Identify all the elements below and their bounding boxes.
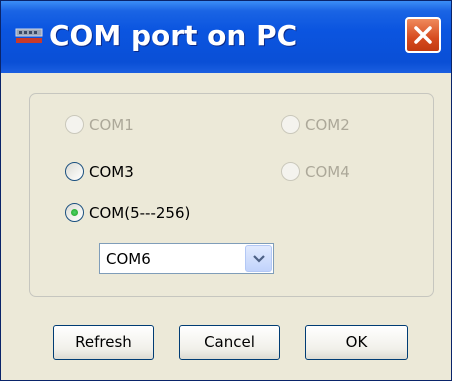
com-port-select-value: COM6 <box>106 250 151 268</box>
radio-circle <box>65 203 84 222</box>
radio-circle <box>65 162 84 181</box>
dialog-body: COM1 COM2 COM3 COM4 COM(5---256) COM6 Re… <box>5 73 447 378</box>
ok-button[interactable]: OK <box>305 325 408 360</box>
radio-label: COM2 <box>305 115 350 134</box>
radio-label: COM4 <box>305 162 350 181</box>
window-title: COM port on PC <box>49 19 298 52</box>
chevron-down-icon <box>253 255 265 263</box>
radio-circle <box>281 162 300 181</box>
radio-com-5-256[interactable]: COM(5---256) <box>65 203 190 222</box>
title-bar[interactable]: COM port on PC <box>1 1 451 73</box>
dialog-window: COM port on PC COM1 COM2 COM3 COM4 COM(5… <box>0 0 452 381</box>
com-port-select[interactable]: COM6 <box>99 243 274 274</box>
close-icon <box>414 26 432 44</box>
close-button[interactable] <box>405 17 441 53</box>
dropdown-button[interactable] <box>245 245 272 272</box>
cancel-button[interactable]: Cancel <box>179 325 280 360</box>
radio-label: COM3 <box>89 162 134 181</box>
radio-circle <box>281 115 300 134</box>
radio-selected-dot <box>71 209 78 216</box>
radio-com1[interactable]: COM1 <box>65 115 134 134</box>
radio-circle <box>65 115 84 134</box>
radio-com4[interactable]: COM4 <box>281 162 350 181</box>
serial-port-icon <box>15 28 43 43</box>
refresh-button[interactable]: Refresh <box>53 325 154 360</box>
radio-label: COM1 <box>89 115 134 134</box>
radio-com2[interactable]: COM2 <box>281 115 350 134</box>
radio-com3[interactable]: COM3 <box>65 162 134 181</box>
radio-label: COM(5---256) <box>89 203 191 222</box>
